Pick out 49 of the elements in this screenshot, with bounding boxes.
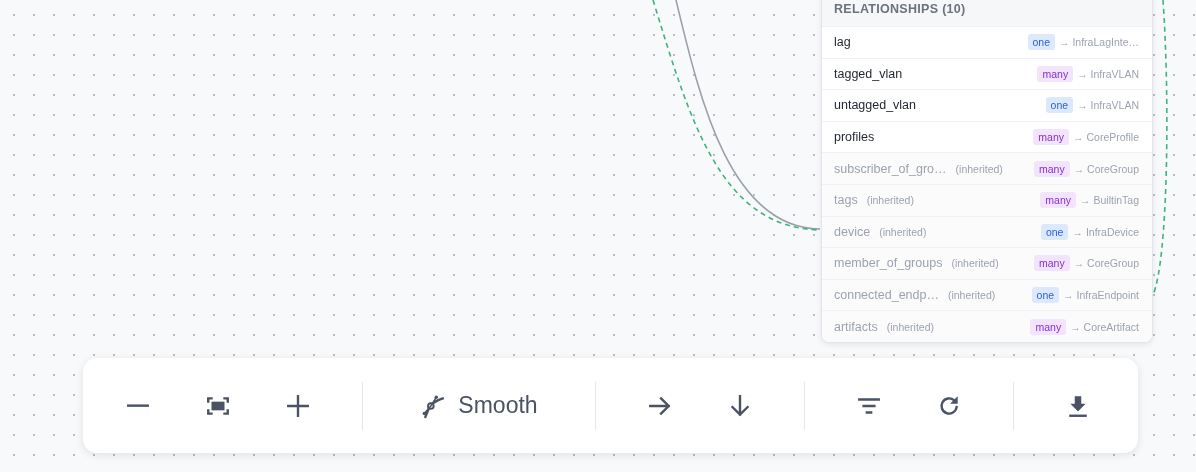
- relationship-row[interactable]: subscriber_of_gro… (inherited) many → CoreGroup: [822, 152, 1152, 184]
- section-header: RELATIONSHIPS (10): [822, 0, 1152, 26]
- relationship-name: lag: [834, 35, 851, 50]
- peer-type: → CoreArtifact: [1070, 320, 1139, 333]
- relationship-row[interactable]: tagged_vlan many → InfraVLAN: [822, 57, 1152, 90]
- inherited-label: (inherited): [879, 225, 927, 238]
- relationship-name: untagged_vlan: [834, 98, 917, 113]
- relationship-row[interactable]: member_of_groups (inherited) many → CoreGroup: [822, 247, 1152, 279]
- cardinality-tag: one: [1040, 223, 1069, 240]
- inherited-label: (inherited): [955, 162, 1003, 175]
- relationship-name: member_of_groups: [834, 256, 943, 271]
- cardinality-tag: many: [1033, 129, 1070, 146]
- peer-type: → InfraDevice: [1072, 225, 1139, 238]
- smooth-button[interactable]: Smooth: [387, 381, 571, 430]
- cardinality-tag: many: [1033, 160, 1070, 177]
- inherited-label: (inherited): [886, 320, 935, 333]
- peer-type: → BuiltinTag: [1080, 194, 1139, 207]
- cardinality-tag: many: [1040, 192, 1077, 209]
- minus-icon: [127, 403, 149, 408]
- relationship-row[interactable]: untagged_vlan one → InfraVLAN: [822, 89, 1152, 121]
- cardinality-tag: many: [1030, 318, 1067, 335]
- relationship-name: tags: [834, 193, 858, 208]
- relationship-name: artifacts: [834, 319, 878, 334]
- peer-type: → CoreGroup: [1073, 257, 1139, 270]
- relationship-row[interactable]: device (inherited) one → InfraDevice: [822, 215, 1152, 248]
- inherited-label: (inherited): [866, 194, 914, 207]
- cardinality-tag: one: [1045, 97, 1074, 114]
- peer-type: → InfraLagInte…: [1059, 36, 1139, 49]
- cardinality-tag: many: [1033, 255, 1070, 272]
- peer-type: → CoreProfile: [1073, 131, 1139, 144]
- relationship-name: tagged_vlan: [834, 66, 903, 81]
- relationship-row[interactable]: lag one → InfraLagInte…: [822, 26, 1152, 58]
- cardinality-tag: one: [1027, 34, 1056, 51]
- relationship-name: connected_endp…: [834, 288, 939, 303]
- peer-type: → InfraVLAN: [1077, 99, 1139, 112]
- peer-type: → InfraEndpoint: [1063, 289, 1139, 302]
- peer-type: → CoreGroup: [1073, 162, 1139, 175]
- relationship-name: device: [834, 224, 871, 239]
- cardinality-tag: many: [1037, 65, 1074, 82]
- relationship-name: subscriber_of_gro…: [834, 161, 947, 176]
- peer-type: → InfraVLAN: [1077, 67, 1139, 80]
- relationship-row[interactable]: connected_endp… (inherited) one → InfraEndpoint: [822, 278, 1152, 311]
- relationship-row[interactable]: tags (inherited) many → BuiltinTag: [822, 183, 1152, 216]
- relationship-row[interactable]: artifacts (inherited) many → CoreArtifact: [822, 310, 1152, 342]
- cardinality-tag: one: [1031, 287, 1060, 304]
- inherited-label: (inherited): [947, 289, 996, 302]
- relationship-name: profiles: [834, 130, 875, 145]
- inherited-label: (inherited): [951, 257, 999, 270]
- plus-icon: [285, 392, 311, 419]
